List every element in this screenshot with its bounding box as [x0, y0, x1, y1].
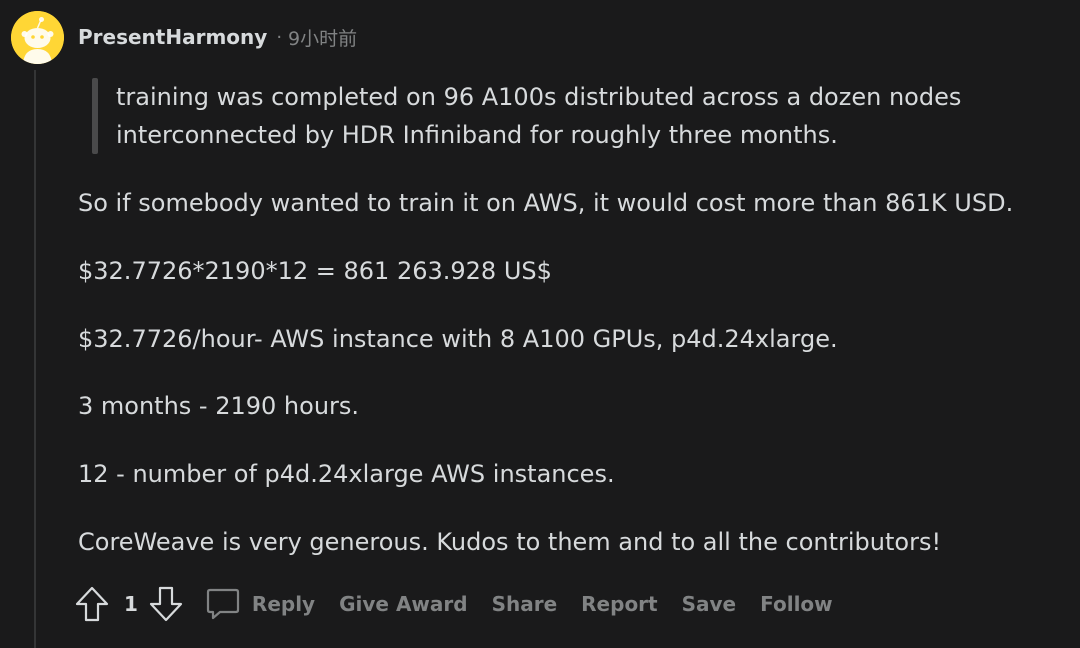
comment-header: PresentHarmony · 9小时前: [78, 22, 357, 52]
share-label: Share: [491, 592, 558, 616]
comment-paragraph: CoreWeave is very generous. Kudos to the…: [78, 528, 942, 556]
meta-separator: ·: [276, 26, 283, 48]
save-label: Save: [681, 592, 737, 616]
share-button[interactable]: Share: [492, 592, 558, 616]
comment-paragraph: So if somebody wanted to train it on AWS…: [78, 189, 1014, 217]
comment-paragraph: $32.7726*2190*12 = 861 263.928 US$: [78, 257, 552, 285]
avatar[interactable]: [11, 11, 64, 64]
give-award-button[interactable]: Give Award: [339, 592, 467, 616]
blockquote-line: training was completed on 96 A100s distr…: [116, 83, 962, 111]
give-award-label: Give Award: [339, 592, 468, 616]
vote-count: 1: [124, 592, 138, 616]
blockquote: training was completed on 96 A100s distr…: [92, 78, 992, 154]
blockquote-text: training was completed on 96 A100s distr…: [116, 78, 961, 154]
blockquote-line: interconnected by HDR Infiniband for rou…: [116, 121, 838, 149]
snoo-avatar-icon: [11, 11, 64, 64]
comment-action-bar: 1 Reply Give Award Share Report Save Fol…: [74, 584, 833, 624]
report-label: Report: [581, 592, 658, 616]
downvote-button[interactable]: [148, 585, 184, 623]
downvote-arrow-icon: [149, 586, 183, 622]
reply-label: Reply: [251, 592, 316, 616]
blockquote-bar: [92, 78, 98, 154]
save-button[interactable]: Save: [682, 592, 737, 616]
comment-paragraph: 3 months - 2190 hours.: [78, 392, 360, 420]
thread-line[interactable]: [34, 70, 36, 648]
timestamp[interactable]: 9小时前: [288, 24, 357, 51]
follow-label: Follow: [760, 592, 833, 616]
speech-bubble-icon: [206, 588, 240, 620]
upvote-arrow-icon: [75, 586, 109, 622]
report-button[interactable]: Report: [581, 592, 657, 616]
comment-paragraph: 12 - number of p4d.24xlarge AWS instance…: [78, 460, 615, 488]
comment-paragraph: $32.7726/hour- AWS instance with 8 A100 …: [78, 325, 838, 353]
username-link[interactable]: PresentHarmony: [78, 25, 267, 49]
reply-button[interactable]: Reply: [204, 585, 315, 623]
follow-button[interactable]: Follow: [760, 592, 833, 616]
upvote-button[interactable]: [74, 585, 110, 623]
